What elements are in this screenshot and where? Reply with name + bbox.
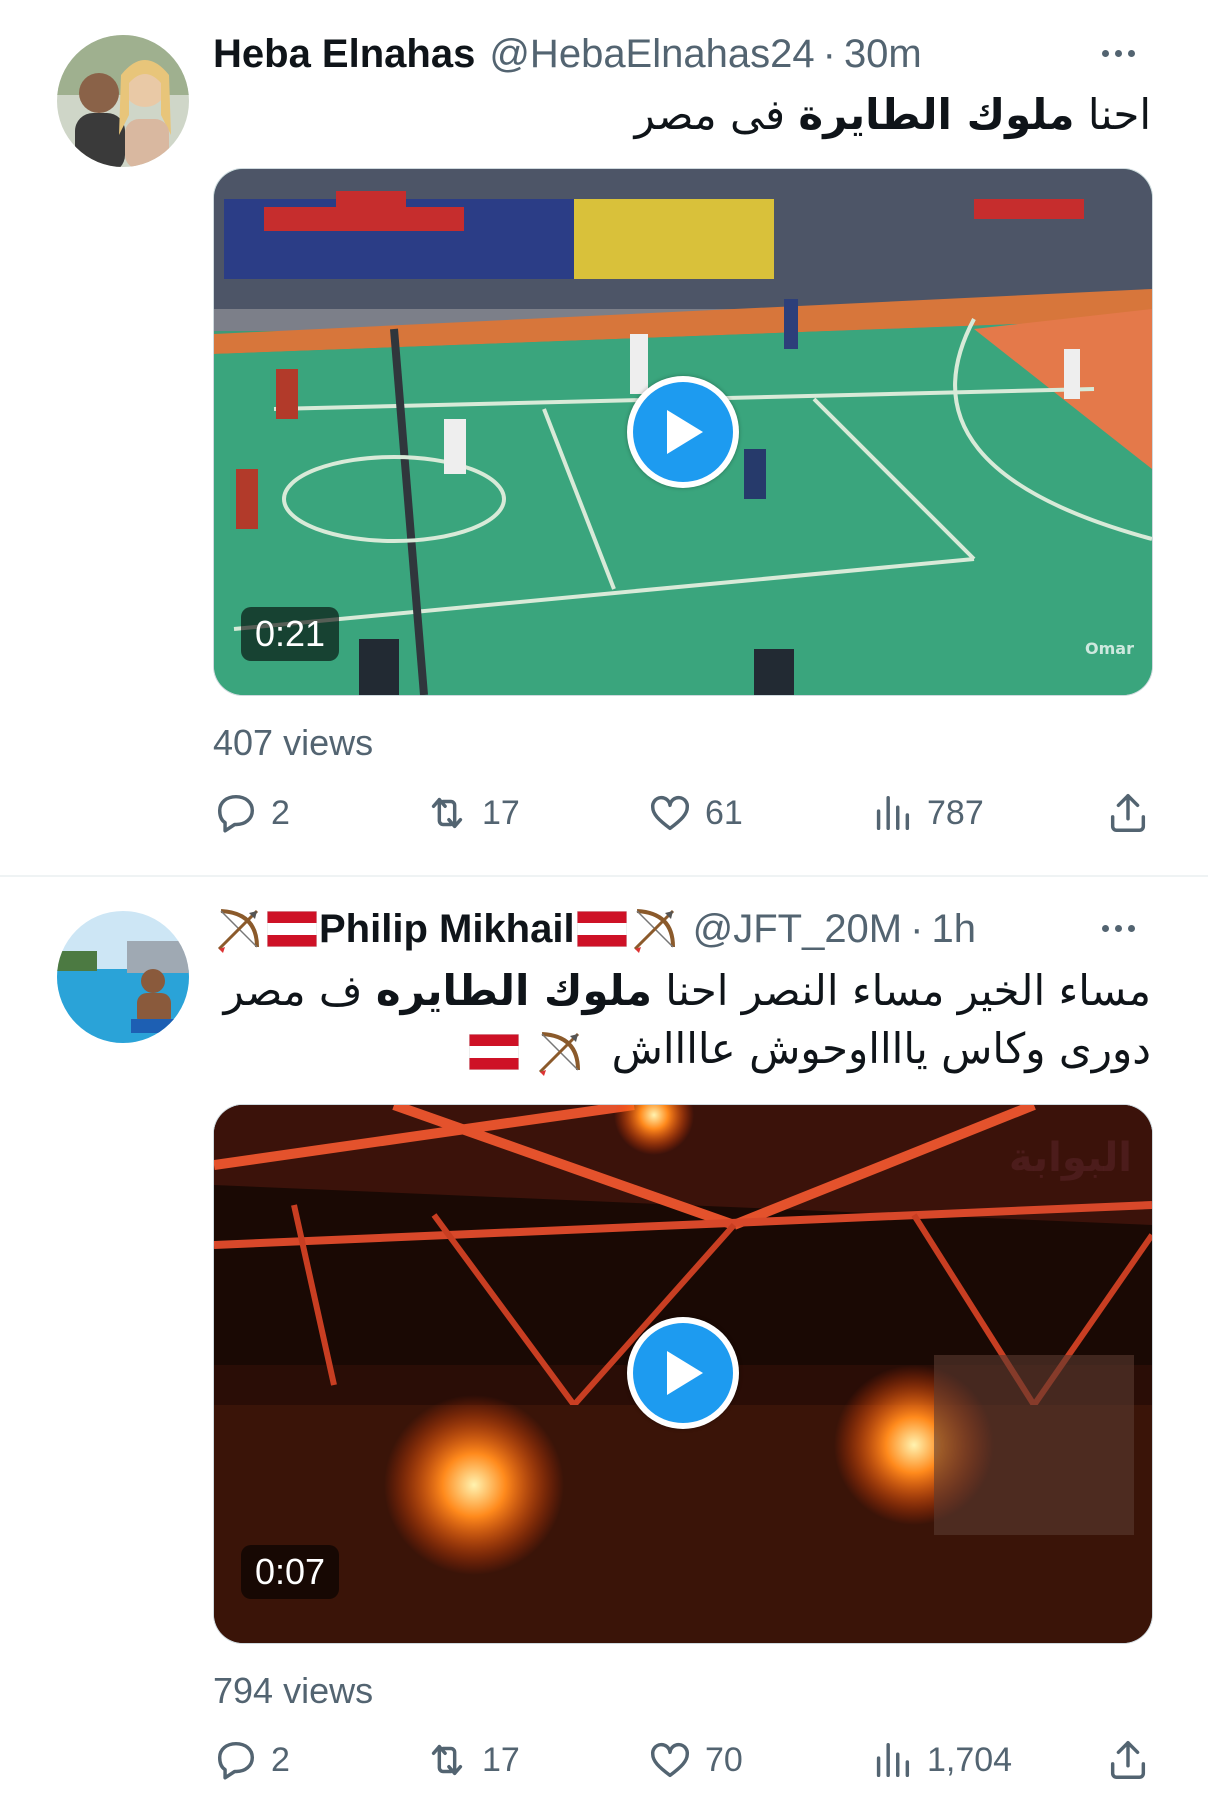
author-handle[interactable]: @JFT_20M bbox=[693, 907, 903, 952]
flag-icon bbox=[468, 1033, 519, 1070]
retweet-button[interactable]: 17 bbox=[424, 785, 520, 841]
heart-icon bbox=[651, 795, 689, 831]
reply-icon bbox=[217, 794, 255, 833]
video-watermark: البوابة bbox=[1008, 1135, 1132, 1181]
retweet-count: 17 bbox=[482, 793, 520, 832]
play-icon bbox=[667, 1351, 703, 1395]
views-stat: 787 bbox=[927, 793, 984, 832]
timestamp[interactable]: 1h bbox=[931, 907, 976, 952]
tweet-text-bold: ملوك الطايره bbox=[375, 966, 652, 1015]
separator: · bbox=[822, 31, 836, 76]
action-bar: 2 17 61 787 bbox=[213, 785, 1151, 841]
video-player[interactable]: البوابة 0:07 bbox=[213, 1104, 1153, 1644]
avatar[interactable] bbox=[57, 911, 189, 1043]
views-stat: 1,704 bbox=[927, 1740, 1013, 1779]
reply-count: 2 bbox=[271, 1740, 290, 1779]
bow-and-arrow-icon bbox=[539, 1031, 581, 1076]
analytics-icon bbox=[876, 1742, 910, 1778]
share-button[interactable] bbox=[1105, 1732, 1151, 1788]
analytics-button[interactable]: 1,704 bbox=[869, 1732, 1012, 1788]
analytics-icon bbox=[876, 795, 910, 831]
avatar-image bbox=[57, 911, 189, 1043]
tweet-text-bold: ملوك الطايرة bbox=[798, 90, 1075, 139]
tweet-text: مساء الخير مساء النصر احنا ملوك الطايره … bbox=[213, 962, 1151, 1078]
flag-icon bbox=[576, 911, 627, 947]
reply-button[interactable]: 2 bbox=[213, 785, 290, 841]
video-duration: 0:07 bbox=[241, 1545, 340, 1599]
tweet[interactable]: Heba Elnahas @HebaElnahas24 · 30m احنا م… bbox=[0, 0, 1208, 875]
retweet-icon bbox=[431, 797, 463, 829]
play-button[interactable] bbox=[627, 376, 739, 488]
video-player[interactable]: Omar 0:21 bbox=[213, 168, 1153, 696]
share-icon bbox=[1110, 1741, 1146, 1779]
author-name[interactable]: Heba Elnahas bbox=[213, 32, 475, 77]
retweet-icon bbox=[431, 1744, 463, 1776]
tweet-text-part: فى مصر bbox=[634, 90, 799, 139]
tweet[interactable]: Philip Mikhail @JFT_20M · 1h مساء الخير … bbox=[0, 877, 1208, 1800]
avatar-image bbox=[57, 35, 189, 167]
author-handle[interactable]: @HebaElnahas24 bbox=[489, 32, 814, 77]
action-bar: 2 17 70 1,704 bbox=[213, 1732, 1151, 1788]
tweet-text-line: دورى وكاس يااااوحوش عااااش bbox=[213, 1020, 1151, 1078]
like-count: 70 bbox=[705, 1740, 743, 1779]
share-icon bbox=[1110, 794, 1146, 832]
tweet-text-part: مساء الخير مساء النصر احنا bbox=[651, 966, 1151, 1015]
tweet-text-part: احنا bbox=[1074, 90, 1151, 139]
share-button[interactable] bbox=[1105, 785, 1151, 841]
video-duration: 0:21 bbox=[241, 607, 340, 661]
play-button[interactable] bbox=[627, 1317, 739, 1429]
like-button[interactable]: 70 bbox=[647, 1732, 743, 1788]
reply-icon bbox=[217, 1741, 255, 1780]
like-count: 61 bbox=[705, 793, 743, 832]
like-button[interactable]: 61 bbox=[647, 785, 743, 841]
bow-and-arrow-icon bbox=[217, 909, 259, 953]
reply-count: 2 bbox=[271, 793, 290, 832]
views-count: 407 views bbox=[213, 722, 374, 763]
avatar[interactable] bbox=[57, 35, 189, 167]
play-icon bbox=[667, 410, 703, 454]
bow-and-arrow-icon bbox=[633, 909, 675, 953]
tweet-text-part: ف مصر bbox=[223, 966, 376, 1015]
tweet-header: Heba Elnahas @HebaElnahas24 · 30m bbox=[213, 26, 1148, 82]
tweet-text-part: دورى وكاس يااااوحوش عااااش bbox=[611, 1024, 1151, 1073]
tweet-text: احنا ملوك الطايرة فى مصر bbox=[213, 86, 1151, 144]
more-dots-icon[interactable] bbox=[1088, 30, 1148, 76]
reply-button[interactable]: 2 bbox=[213, 1732, 290, 1788]
timestamp[interactable]: 30m bbox=[844, 32, 922, 77]
analytics-button[interactable]: 787 bbox=[869, 785, 984, 841]
heart-icon bbox=[651, 1742, 689, 1778]
more-dots-icon[interactable] bbox=[1088, 905, 1148, 951]
video-watermark: Omar bbox=[1085, 639, 1134, 658]
flag-icon bbox=[267, 911, 317, 947]
retweet-button[interactable]: 17 bbox=[424, 1732, 520, 1788]
tweet-text-line: مساء الخير مساء النصر احنا ملوك الطايره … bbox=[213, 962, 1151, 1020]
views-count: 794 views bbox=[213, 1670, 374, 1711]
separator: · bbox=[910, 906, 924, 951]
tweet-header: Philip Mikhail @JFT_20M · 1h bbox=[213, 901, 1148, 957]
author-name[interactable]: Philip Mikhail bbox=[319, 907, 575, 952]
retweet-count: 17 bbox=[482, 1740, 520, 1779]
